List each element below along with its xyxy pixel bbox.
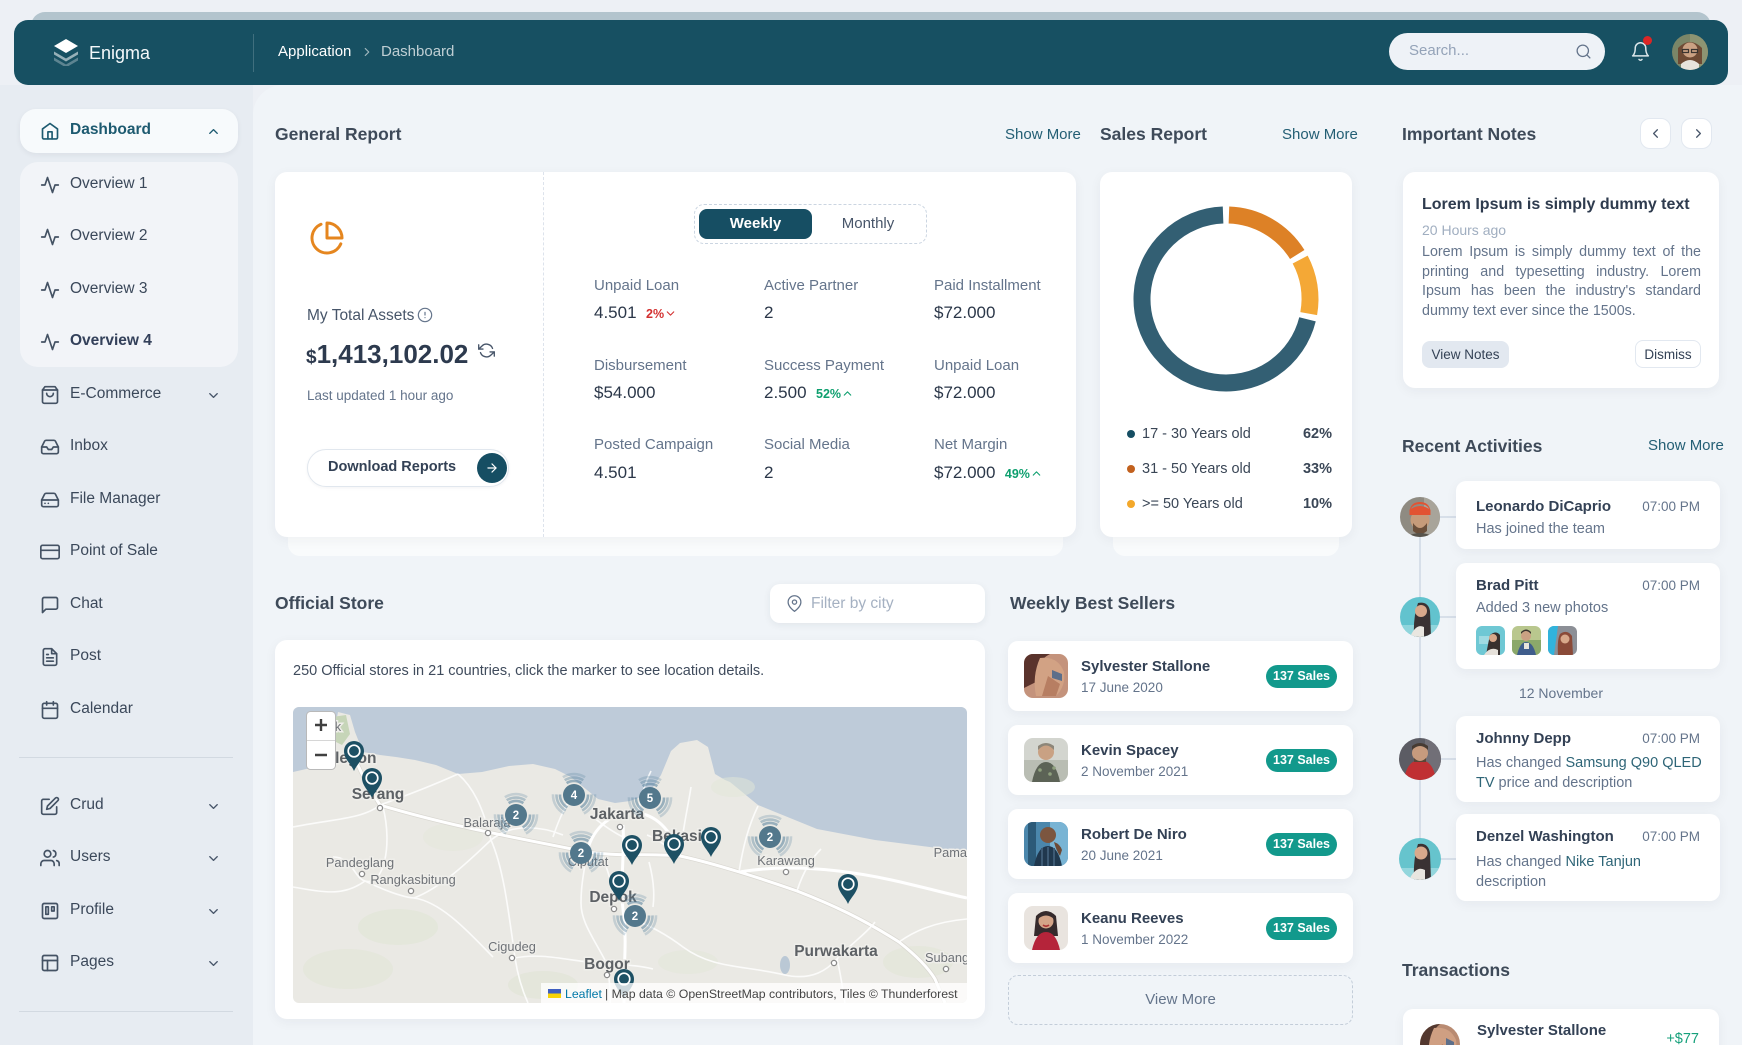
svg-text:Karawang: Karawang bbox=[757, 853, 815, 868]
svg-text:Pama: Pama bbox=[934, 845, 967, 860]
svg-text:Rangkasbitung: Rangkasbitung bbox=[370, 872, 455, 887]
svg-text:Leaflet: Leaflet bbox=[565, 987, 603, 1001]
svg-text:5: 5 bbox=[647, 793, 654, 805]
svg-text:Subang: Subang bbox=[925, 950, 967, 965]
svg-text:Serang: Serang bbox=[352, 786, 405, 803]
svg-text:2: 2 bbox=[632, 911, 638, 923]
svg-text:4: 4 bbox=[571, 790, 578, 802]
svg-text:Cigudeg: Cigudeg bbox=[488, 939, 536, 954]
svg-text:2: 2 bbox=[767, 832, 773, 844]
svg-text:Purwakarta: Purwakarta bbox=[794, 943, 878, 960]
svg-text:Pandeglang: Pandeglang bbox=[326, 855, 394, 870]
svg-text:2: 2 bbox=[513, 810, 519, 822]
svg-text:| Map data © OpenStreetMap con: | Map data © OpenStreetMap contributors,… bbox=[605, 987, 958, 1001]
svg-text:2: 2 bbox=[578, 848, 584, 860]
